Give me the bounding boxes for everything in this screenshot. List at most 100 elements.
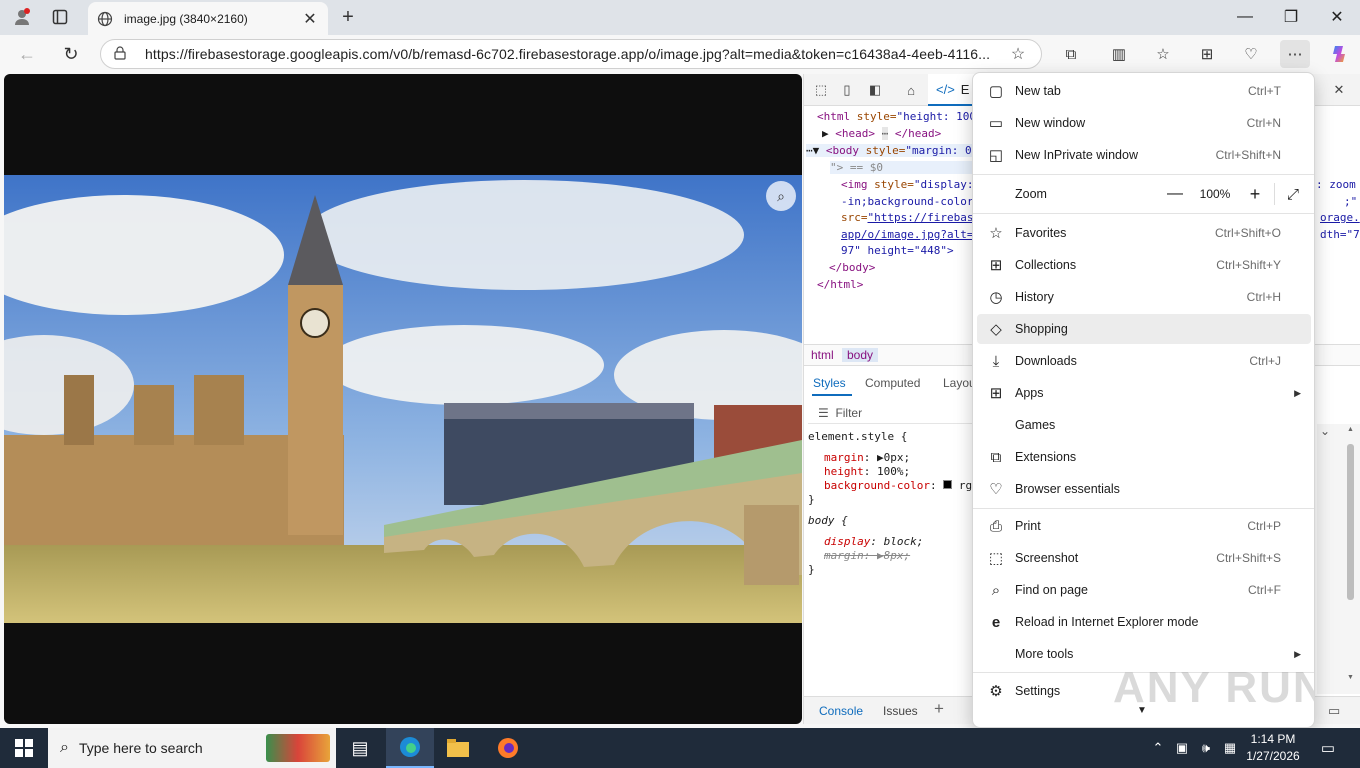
close-window-button[interactable]: ✕ <box>1314 0 1360 34</box>
task-view-icon[interactable]: ▤ <box>336 728 384 768</box>
menu-item-extensions[interactable]: ⧉ Extensions <box>977 442 1311 472</box>
search-highlight-icon <box>266 734 330 762</box>
print-icon: ⎙ <box>989 517 1002 535</box>
css-prop-height[interactable]: height: 100%; <box>824 465 910 478</box>
tab-layout[interactable]: Layou <box>943 376 976 390</box>
zoom-out-button[interactable]: — <box>1160 185 1190 203</box>
volume-icon[interactable]: 🕪 <box>1196 728 1216 768</box>
dock-side-icon[interactable]: ◧ <box>864 80 886 100</box>
breadcrumb-html[interactable]: html <box>806 348 839 362</box>
css-prop-background[interactable]: background-color: rg <box>824 479 972 492</box>
visual-search-icon[interactable]: ⌕ <box>766 181 796 211</box>
menu-item-screenshot[interactable]: ⬚ Screenshot Ctrl+Shift+S <box>977 543 1311 573</box>
devtools-scrollbar[interactable]: ⌄ ▲ ▼ <box>1317 424 1360 694</box>
code-line-img[interactable]: <img style="display: <box>841 178 973 191</box>
show-hidden-icons-icon[interactable]: ⌃ <box>1148 728 1168 768</box>
menu-item-ie-mode[interactable]: e Reload in Internet Explorer mode <box>977 607 1311 637</box>
notifications-icon[interactable]: ▭ <box>1316 728 1340 768</box>
globe-icon <box>96 10 114 28</box>
filter-placeholder: Filter <box>835 406 863 420</box>
collections-toolbar-icon[interactable]: ⊞ <box>1192 40 1222 68</box>
code-line-img-size: 97" height="448"> <box>841 244 954 257</box>
menu-item-apps[interactable]: ⊞ Apps ▶ <box>977 378 1311 408</box>
refresh-icon[interactable]: ↻ <box>56 40 86 68</box>
styles-tab-underline <box>812 394 852 396</box>
zoom-in-button[interactable]: + <box>1240 184 1270 205</box>
workspaces-icon[interactable] <box>46 4 74 30</box>
menu-item-new-window[interactable]: ▭ New window Ctrl+N <box>977 108 1311 138</box>
code-line-html[interactable]: <html style="height: 100 <box>817 110 976 123</box>
css-close-2: } <box>808 563 815 576</box>
css-rule-element-style: element.style { <box>808 430 908 443</box>
menu-item-new-inprivate[interactable]: ◱ New InPrivate window Ctrl+Shift+N <box>977 140 1311 170</box>
chevron-down-icon[interactable]: ⌄ <box>1320 424 1336 450</box>
favorites-toolbar-icon[interactable]: ☆ <box>1148 40 1178 68</box>
menu-item-print[interactable]: ⎙ Print Ctrl+P <box>977 511 1311 541</box>
devtools-close-icon[interactable]: ✕ <box>1328 80 1350 100</box>
menu-item-new-tab[interactable]: ▢ New tab Ctrl+T <box>977 76 1311 106</box>
device-emulation-icon[interactable]: ▯ <box>836 80 858 100</box>
split-screen-icon[interactable]: ▥ <box>1104 40 1134 68</box>
code-line-img-src[interactable]: src="https://firebas <box>841 211 973 224</box>
chevron-right-icon: ▶ <box>1294 387 1301 398</box>
code-line-body[interactable]: ⋯▼ <body style="margin: 0 <box>806 144 976 157</box>
copilot-icon[interactable] <box>1324 40 1354 68</box>
css-prop-margin[interactable]: margin: ▶0px; <box>824 451 910 464</box>
tab-issues[interactable]: Issues <box>883 704 918 718</box>
fullscreen-icon[interactable]: ⤢ <box>1279 186 1311 203</box>
menu-item-history[interactable]: ◷ History Ctrl+H <box>977 282 1311 312</box>
downloads-icon: ⤓ <box>992 352 1000 370</box>
clock[interactable]: 1:14 PM 1/27/2026 <box>1238 731 1308 765</box>
inspect-element-icon[interactable]: ⬚ <box>810 80 832 100</box>
start-button[interactable] <box>0 728 48 768</box>
shopping-icon: ◇ <box>990 321 1002 338</box>
menu-item-downloads[interactable]: ⤓ Downloads Ctrl+J <box>977 346 1311 376</box>
menu-item-find[interactable]: ⌕ Find on page Ctrl+F <box>977 575 1311 605</box>
filter-icon: ☰ <box>818 406 829 420</box>
lock-icon[interactable] <box>113 45 133 63</box>
code-line-img-url[interactable]: app/o/image.jpg?alt= <box>841 228 973 241</box>
profile-icon[interactable] <box>8 4 36 30</box>
clock-time: 1:14 PM <box>1250 732 1296 746</box>
tab-elements-label: E <box>960 81 970 97</box>
css-prop-display[interactable]: display: block; <box>824 535 923 548</box>
favorite-star-icon[interactable]: ☆ <box>1007 44 1029 64</box>
url-text[interactable]: https://firebasestorage.googleapis.com/v… <box>145 46 1007 62</box>
keyboard-icon[interactable]: ▦ <box>1220 728 1240 768</box>
menu-item-shopping[interactable]: ◇ Shopping <box>977 314 1311 344</box>
add-tab-plus-icon[interactable]: + <box>934 699 944 719</box>
file-explorer-icon[interactable] <box>434 728 482 768</box>
tab-computed[interactable]: Computed <box>865 376 920 390</box>
tab-elements[interactable]: </> E <box>928 74 978 106</box>
taskbar-search[interactable]: ⌕ Type here to search <box>48 728 336 768</box>
tab-styles[interactable]: Styles <box>813 376 846 390</box>
edge-taskbar-icon[interactable] <box>386 728 434 768</box>
breadcrumb-body[interactable]: body <box>842 348 879 362</box>
image-viewport: ⌕ <box>4 74 802 724</box>
back-arrow-icon[interactable]: ← <box>12 40 42 68</box>
settings-more-icon[interactable]: ⋯ <box>1280 40 1310 68</box>
new-window-icon: ▭ <box>988 115 1004 132</box>
minimize-button[interactable]: — <box>1222 0 1268 34</box>
extensions-icon: ⧉ <box>990 448 1002 466</box>
menu-item-browser-essentials[interactable]: ♡ Browser essentials <box>977 474 1311 504</box>
code-line-head[interactable]: ▶ <head> ⋯ </head> <box>822 127 941 140</box>
network-icon[interactable]: ▣ <box>1172 728 1192 768</box>
restore-button[interactable]: ❐ <box>1268 0 1314 34</box>
address-bar[interactable]: https://firebasestorage.googleapis.com/v… <box>100 39 1042 69</box>
menu-item-games[interactable]: Games <box>977 410 1311 440</box>
menu-item-favorites[interactable]: ☆ Favorites Ctrl+Shift+O <box>977 218 1311 248</box>
ie-mode-icon: e <box>991 613 1001 631</box>
close-tab-icon[interactable]: ✕ <box>300 9 320 29</box>
firefox-icon[interactable] <box>484 728 532 768</box>
css-prop-margin-overridden[interactable]: margin: ▶8px; <box>824 549 910 562</box>
extensions-puzzle-icon[interactable]: ⧉ <box>1056 40 1086 68</box>
code-peek-3: orage. <box>1320 211 1360 224</box>
welcome-home-icon[interactable]: ⌂ <box>900 80 922 100</box>
dock-drawer-icon[interactable]: ▭ <box>1328 703 1340 719</box>
performance-icon[interactable]: ♡ <box>1236 40 1266 68</box>
tab-console[interactable]: Console <box>819 704 863 718</box>
browser-tab[interactable]: image.jpg (3840×2160) ✕ <box>88 2 328 35</box>
new-tab-plus-icon[interactable]: + <box>334 4 362 30</box>
menu-item-collections[interactable]: ⊞ Collections Ctrl+Shift+Y <box>977 250 1311 280</box>
